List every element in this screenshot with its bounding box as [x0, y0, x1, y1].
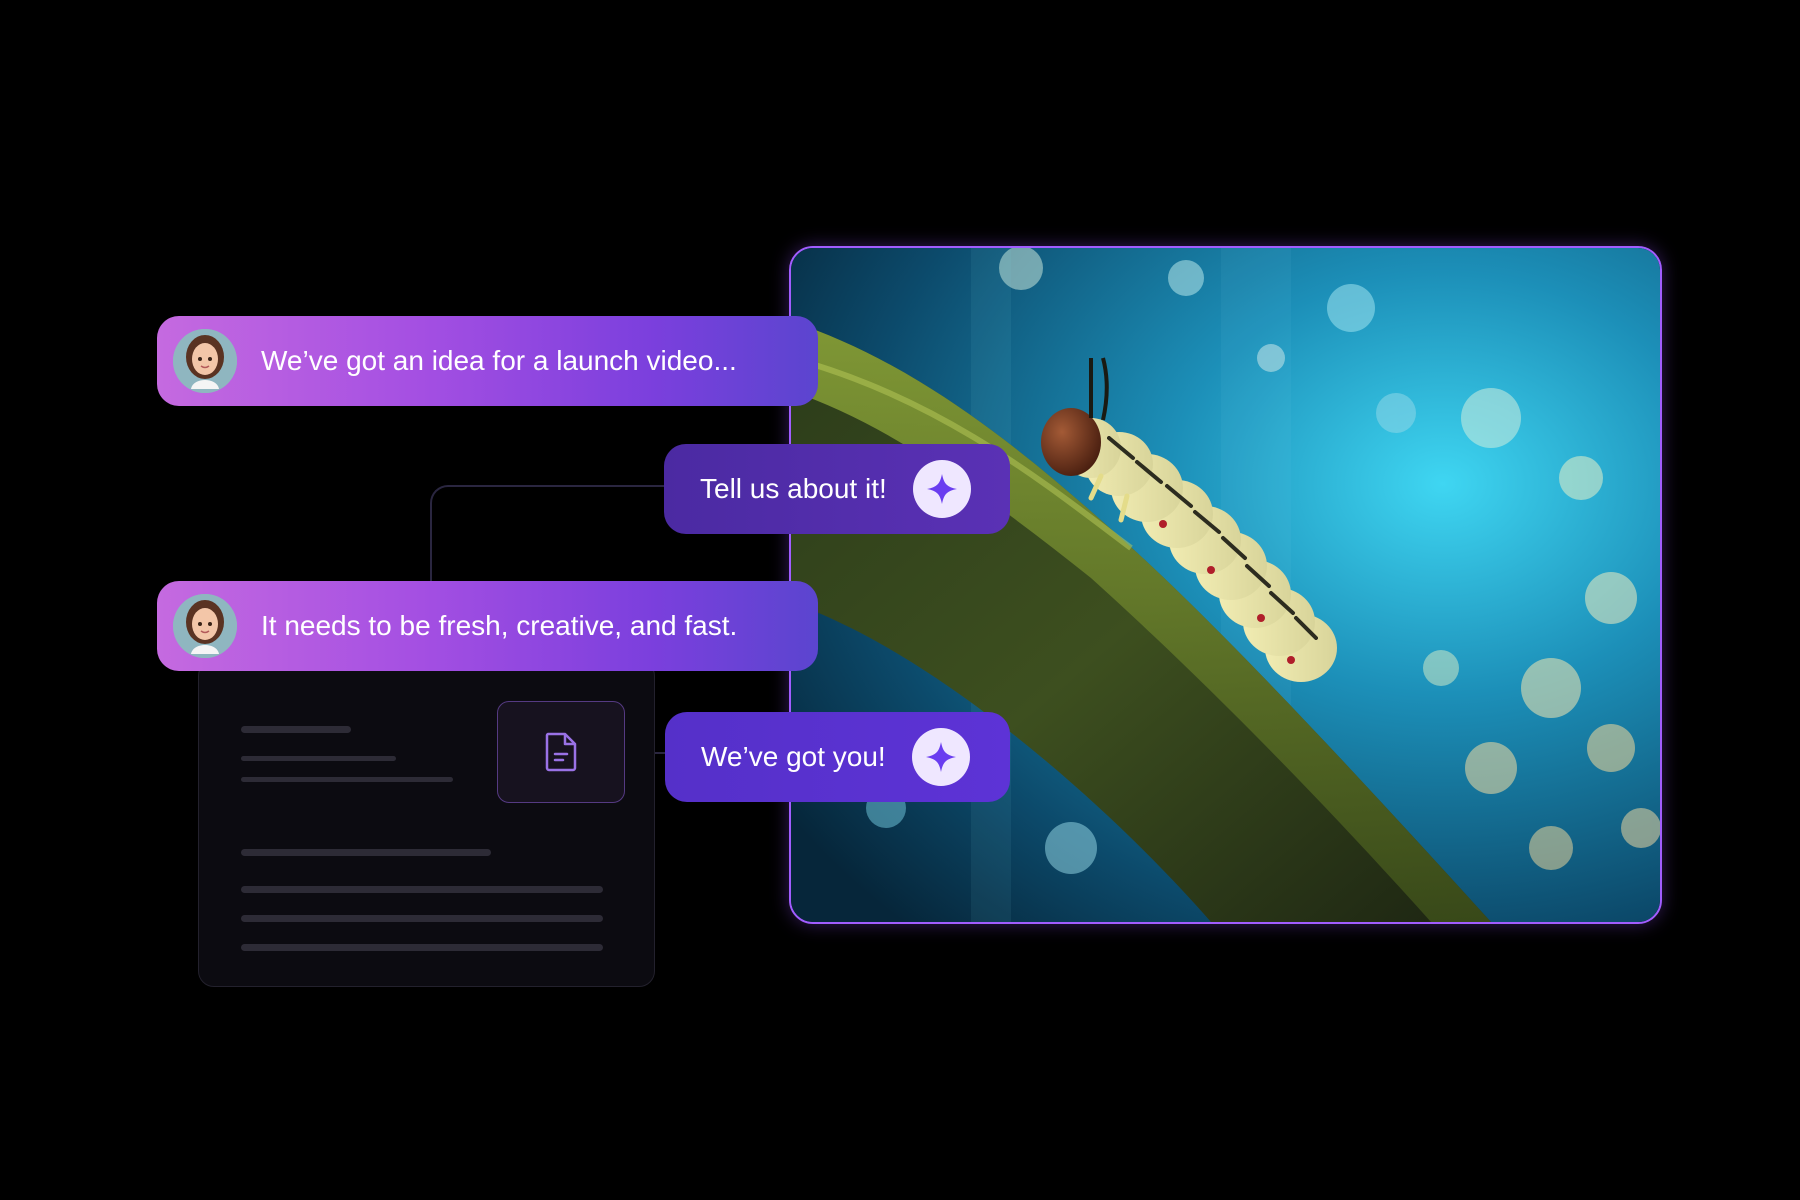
caterpillar-image: [791, 248, 1660, 922]
sparkle-icon: [911, 728, 970, 786]
chat-message-assistant: Tell us about it!: [664, 444, 1010, 534]
document-icon: [545, 732, 577, 772]
woman-avatar-icon: [173, 329, 237, 393]
doc-placeholder-line: [241, 756, 396, 761]
message-text: We’ve got you!: [701, 741, 886, 772]
chat-message-user: It needs to be fresh, creative, and fast…: [157, 581, 818, 671]
doc-placeholder-line: [241, 886, 603, 893]
generated-image[interactable]: [789, 246, 1662, 924]
doc-placeholder-line: [241, 777, 453, 782]
doc-placeholder-line: [241, 726, 351, 733]
sparkle-icon: [912, 460, 971, 518]
document-card: [198, 660, 655, 987]
file-attachment[interactable]: [497, 701, 625, 803]
message-text: Tell us about it!: [700, 473, 887, 504]
message-text: We’ve got an idea for a launch video...: [261, 345, 737, 376]
woman-avatar-icon: [173, 594, 237, 658]
doc-placeholder-line: [241, 849, 491, 856]
chat-message-assistant: We’ve got you!: [665, 712, 1010, 802]
chat-message-user: We’ve got an idea for a launch video...: [157, 316, 818, 406]
doc-placeholder-line: [241, 915, 603, 922]
doc-placeholder-line: [241, 944, 603, 951]
message-text: It needs to be fresh, creative, and fast…: [261, 610, 738, 641]
